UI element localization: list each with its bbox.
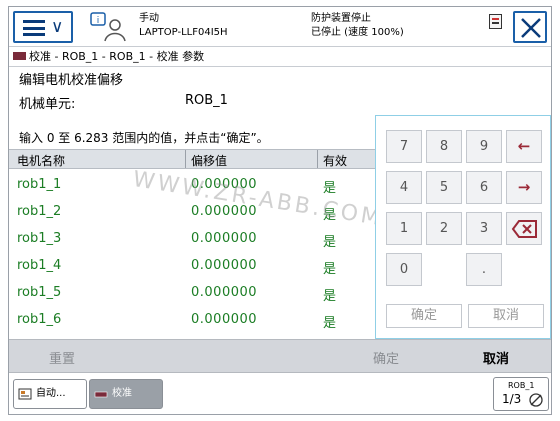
mech-unit-value: ROB_1: [185, 93, 228, 108]
svg-text:i: i: [97, 16, 100, 26]
motor-name: rob1_4: [17, 258, 62, 273]
ok-button[interactable]: 确定: [373, 348, 399, 367]
operation-status: 手动 LAPTOP-LLF04I5H: [139, 12, 228, 40]
motor-name: rob1_5: [17, 285, 62, 300]
table-row[interactable]: rob1_3 0.000000 是: [9, 225, 375, 252]
auto-task-button[interactable]: 自动...: [13, 379, 87, 409]
key-9[interactable]: 9: [466, 130, 502, 163]
valid-value: 是: [323, 262, 337, 277]
table-row[interactable]: rob1_5 0.000000 是: [9, 279, 375, 306]
calibration-task-label: 校准: [112, 388, 132, 399]
column-header-motor: 电机名称: [17, 154, 66, 168]
key-decimal[interactable]: .: [466, 253, 502, 286]
table-row[interactable]: rob1_4 0.000000 是: [9, 252, 375, 279]
close-icon: [521, 18, 541, 38]
calibration-icon: [13, 52, 26, 60]
valid-value: 是: [323, 235, 337, 250]
abb-menu-button[interactable]: ∨: [13, 11, 73, 43]
motor-name: rob1_1: [17, 177, 62, 192]
right-arrow-key[interactable]: →: [506, 171, 542, 204]
breadcrumb: 校准 - ROB_1 - ROB_1 - 校准 参数: [9, 47, 551, 67]
safety-status: 防护装置停止: [311, 13, 371, 24]
backspace-key[interactable]: [506, 212, 542, 245]
backspace-icon: [511, 220, 537, 238]
key-4[interactable]: 4: [386, 171, 422, 204]
valid-value: 是: [323, 181, 337, 196]
numeric-keypad: 7 8 9 ← 4 5 6 → 1 2 3 0 . 确定 取消: [375, 115, 551, 339]
keypad-cancel-button[interactable]: 取消: [468, 304, 544, 328]
quickset-button[interactable]: ROB_1 1/3: [493, 377, 549, 411]
motor-name: rob1_2: [17, 204, 62, 219]
chevron-down-icon: ∨: [51, 17, 64, 37]
offset-value: 0.000000: [191, 285, 258, 300]
key-0[interactable]: 0: [386, 253, 422, 286]
controller-name: LAPTOP-LLF04I5H: [139, 27, 228, 38]
hamburger-icon: [23, 20, 45, 36]
key-8[interactable]: 8: [426, 130, 462, 163]
cancel-button[interactable]: 取消: [483, 348, 509, 367]
motor-status: 已停止 (速度 100%): [311, 27, 404, 38]
system-status: 防护装置停止 已停止 (速度 100%): [311, 12, 404, 40]
page-title: 编辑电机校准偏移: [19, 73, 124, 88]
taskbar: 自动... 校准 ROB_1 1/3: [9, 373, 551, 414]
auto-task-label: 自动...: [36, 388, 66, 399]
key-1[interactable]: 1: [386, 212, 422, 245]
offset-value: 0.000000: [191, 312, 258, 327]
close-button[interactable]: [513, 11, 547, 43]
table-header: 电机名称 偏移值 有效: [9, 149, 375, 169]
calibration-icon: [94, 391, 108, 398]
table-row[interactable]: rob1_6 0.000000 是: [9, 306, 375, 333]
column-header-valid: 有效: [323, 154, 348, 168]
key-5[interactable]: 5: [426, 171, 462, 204]
quickset-unit: ROB_1: [508, 381, 535, 390]
event-log-icon[interactable]: [489, 14, 502, 29]
header-bar: ∨ i 手动 LAPTOP-LLF04I5H 防护装置停止 已停止 (速度 10…: [9, 7, 551, 47]
speed-icon: [529, 393, 543, 407]
key-2[interactable]: 2: [426, 212, 462, 245]
left-arrow-key[interactable]: ←: [506, 130, 542, 163]
instruction-text: 输入 0 至 6.283 范围内的值，并点击“确定”。: [19, 131, 269, 145]
operation-mode: 手动: [139, 13, 159, 24]
offset-value: 0.000000: [191, 258, 258, 273]
robot-status-icon[interactable]: i: [89, 11, 131, 43]
breadcrumb-text: 校准 - ROB_1 - ROB_1 - 校准 参数: [29, 50, 205, 63]
valid-value: 是: [323, 316, 337, 331]
calibration-task-button[interactable]: 校准: [89, 379, 163, 409]
motor-name: rob1_3: [17, 231, 62, 246]
column-divider: [185, 150, 186, 168]
column-header-offset: 偏移值: [191, 154, 228, 168]
motor-name: rob1_6: [17, 312, 62, 327]
mech-unit-label: 机械单元:: [19, 97, 76, 112]
column-divider: [317, 150, 318, 168]
key-3[interactable]: 3: [466, 212, 502, 245]
valid-value: 是: [323, 289, 337, 304]
reset-button[interactable]: 重置: [49, 348, 75, 367]
keypad-ok-button[interactable]: 确定: [386, 304, 462, 328]
quickset-fraction: 1/3: [502, 392, 522, 406]
flexpendant-window: ∨ i 手动 LAPTOP-LLF04I5H 防护装置停止 已停止 (速度 10…: [8, 6, 552, 415]
action-bar: 重置 确定 取消: [9, 339, 551, 373]
key-7[interactable]: 7: [386, 130, 422, 163]
offset-value: 0.000000: [191, 231, 258, 246]
production-window-icon: [18, 388, 32, 400]
key-6[interactable]: 6: [466, 171, 502, 204]
